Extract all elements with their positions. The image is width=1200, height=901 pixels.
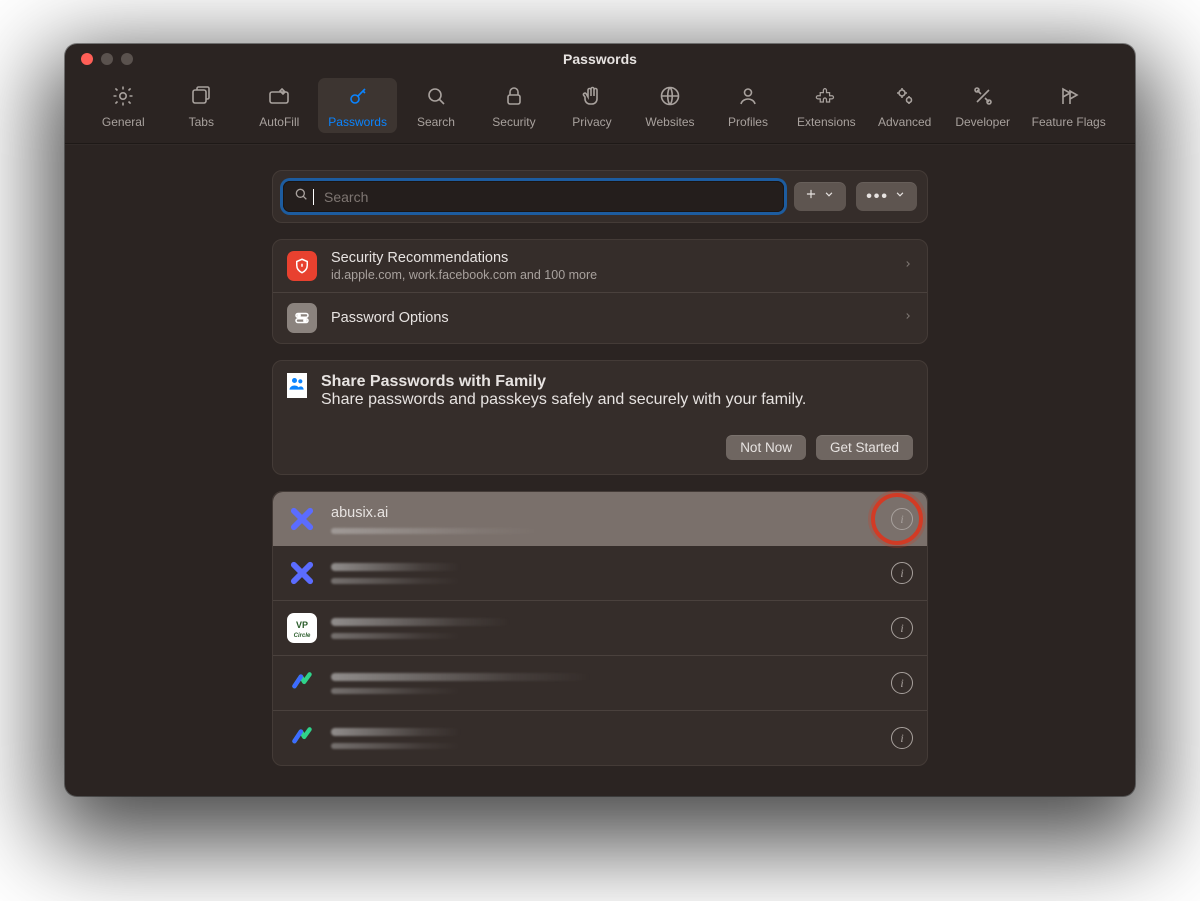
row-title: Password Options: [331, 310, 889, 326]
window-title: Passwords: [65, 51, 1135, 67]
entry-site-redacted: [331, 728, 461, 736]
password-list: abusix.ai i i: [272, 491, 928, 766]
info-button[interactable]: i: [891, 562, 913, 584]
row-subtitle: id.apple.com, work.facebook.com and 100 …: [331, 268, 889, 282]
search-icon: [293, 186, 309, 207]
search-field-wrapper[interactable]: [283, 181, 784, 212]
globe-icon: [658, 84, 682, 111]
share-title: Share Passwords with Family: [321, 373, 806, 391]
site-favicon: [287, 668, 317, 698]
tab-label: Developer: [955, 115, 1010, 129]
entry-username-redacted: [331, 578, 461, 584]
tab-search[interactable]: Search: [397, 78, 475, 133]
tab-autofill[interactable]: AutoFill: [240, 78, 318, 133]
entry-username-redacted: [331, 688, 461, 694]
tab-label: Feature Flags: [1032, 115, 1106, 129]
person-icon: [736, 84, 760, 111]
security-recommendations-row[interactable]: Security Recommendations id.apple.com, w…: [273, 240, 927, 292]
tabs-icon: [189, 84, 213, 111]
password-entry[interactable]: i: [273, 710, 927, 765]
tab-advanced[interactable]: Advanced: [866, 78, 944, 133]
tab-profiles[interactable]: Profiles: [709, 78, 787, 133]
add-password-button[interactable]: [794, 182, 846, 211]
entry-username-redacted: [331, 633, 461, 639]
password-entry[interactable]: abusix.ai i: [273, 492, 927, 546]
titlebar: Passwords: [65, 44, 1135, 74]
password-entry[interactable]: i: [273, 655, 927, 710]
gears-icon: [893, 84, 917, 111]
tab-label: Advanced: [878, 115, 931, 129]
preferences-toolbar: General Tabs AutoFill Passwords Search S…: [65, 74, 1135, 144]
tab-label: Extensions: [797, 115, 856, 129]
entry-site-redacted: [331, 618, 511, 626]
tab-label: Search: [417, 115, 455, 129]
puzzle-icon: [814, 84, 838, 111]
tools-icon: [971, 84, 995, 111]
tab-label: Profiles: [728, 115, 768, 129]
entry-username-redacted: [331, 528, 541, 534]
password-entry[interactable]: i: [273, 546, 927, 600]
chevron-right-icon: [903, 257, 913, 276]
site-favicon: VPCircle: [287, 613, 317, 643]
gear-icon: [111, 84, 135, 111]
tab-feature-flags[interactable]: Feature Flags: [1022, 78, 1116, 133]
chevron-down-icon: [893, 187, 907, 206]
share-card: Share Passwords with Family Share passwo…: [272, 360, 928, 475]
tab-passwords[interactable]: Passwords: [318, 78, 397, 133]
not-now-button[interactable]: Not Now: [726, 435, 806, 460]
search-input[interactable]: [322, 188, 774, 206]
site-favicon: [287, 558, 317, 588]
share-subtitle: Share passwords and passkeys safely and …: [321, 391, 806, 409]
tab-tabs[interactable]: Tabs: [162, 78, 240, 133]
password-options-row[interactable]: Password Options: [273, 292, 927, 343]
entry-site: abusix.ai: [331, 505, 877, 521]
options-card: Security Recommendations id.apple.com, w…: [272, 239, 928, 344]
tab-label: Websites: [645, 115, 694, 129]
text-caret: [313, 189, 314, 205]
tab-label: Passwords: [328, 115, 387, 129]
tab-label: Tabs: [189, 115, 214, 129]
toggles-icon: [287, 303, 317, 333]
info-button[interactable]: i: [891, 672, 913, 694]
tab-developer[interactable]: Developer: [944, 78, 1022, 133]
flags-icon: [1057, 84, 1081, 111]
lock-icon: [502, 84, 526, 111]
tab-general[interactable]: General: [84, 78, 162, 133]
hand-icon: [580, 84, 604, 111]
site-favicon: [287, 504, 317, 534]
preferences-window: Passwords General Tabs AutoFill Password…: [65, 44, 1135, 796]
tab-label: Privacy: [572, 115, 611, 129]
ellipsis-icon: •••: [866, 188, 889, 206]
entry-site-redacted: [331, 673, 591, 681]
tab-websites[interactable]: Websites: [631, 78, 709, 133]
entry-username-redacted: [331, 743, 461, 749]
site-favicon: [287, 723, 317, 753]
chevron-down-icon: [822, 187, 836, 206]
tab-label: General: [102, 115, 145, 129]
entry-site-redacted: [331, 563, 461, 571]
info-button[interactable]: i: [891, 508, 913, 530]
row-title: Security Recommendations: [331, 250, 889, 266]
passwords-pane: ••• Security Recommendations id.apple.co…: [65, 144, 1135, 796]
tab-label: Security: [492, 115, 535, 129]
tab-privacy[interactable]: Privacy: [553, 78, 631, 133]
chevron-right-icon: [903, 309, 913, 328]
tab-security[interactable]: Security: [475, 78, 553, 133]
tab-extensions[interactable]: Extensions: [787, 78, 866, 133]
more-actions-button[interactable]: •••: [856, 182, 917, 211]
search-icon: [424, 84, 448, 111]
password-entry[interactable]: VPCircle i: [273, 600, 927, 655]
get-started-button[interactable]: Get Started: [816, 435, 913, 460]
search-card: •••: [272, 170, 928, 223]
tab-label: AutoFill: [259, 115, 299, 129]
info-button[interactable]: i: [891, 617, 913, 639]
pencil-card-icon: [267, 84, 291, 111]
shield-alert-icon: [287, 251, 317, 281]
info-button[interactable]: i: [891, 727, 913, 749]
key-icon: [346, 84, 370, 111]
plus-icon: [804, 187, 818, 206]
family-icon: [287, 373, 307, 398]
